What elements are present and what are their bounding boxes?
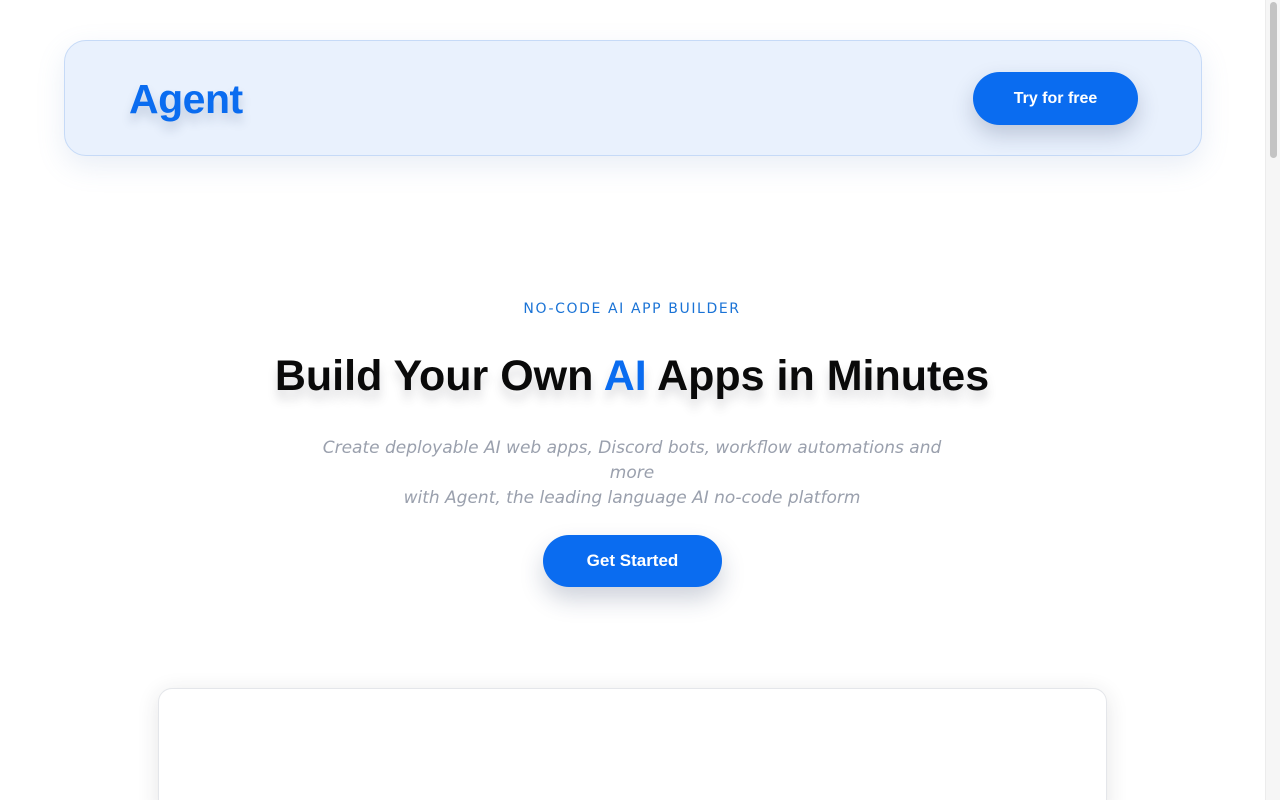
hero-subtitle: Create deployable AI web apps, Discord b… <box>312 436 952 511</box>
get-started-button[interactable]: Get Started <box>543 535 722 587</box>
headline-text-before: Build Your Own <box>274 352 604 400</box>
scrollbar-thumb[interactable] <box>1270 2 1277 158</box>
top-nav-bar: Agent Try for free <box>64 40 1202 156</box>
app-preview-panel <box>158 688 1107 800</box>
landing-page: Agent Try for free NO-CODE AI APP BUILDE… <box>0 0 1280 800</box>
headline-accent: AI <box>603 352 647 400</box>
headline-text-after: Apps in Minutes <box>646 352 990 400</box>
page-scrollbar[interactable] <box>1265 0 1280 800</box>
hero-eyebrow: NO-CODE AI APP BUILDER <box>523 301 741 317</box>
subtitle-line-2: with Agent, the leading language AI no-c… <box>403 488 861 508</box>
hero-headline: Build Your Own AI Apps in Minutes <box>0 350 1264 402</box>
brand-logo[interactable]: Agent <box>129 75 243 123</box>
try-for-free-button[interactable]: Try for free <box>973 72 1138 125</box>
subtitle-line-1: Create deployable AI web apps, Discord b… <box>322 438 942 483</box>
